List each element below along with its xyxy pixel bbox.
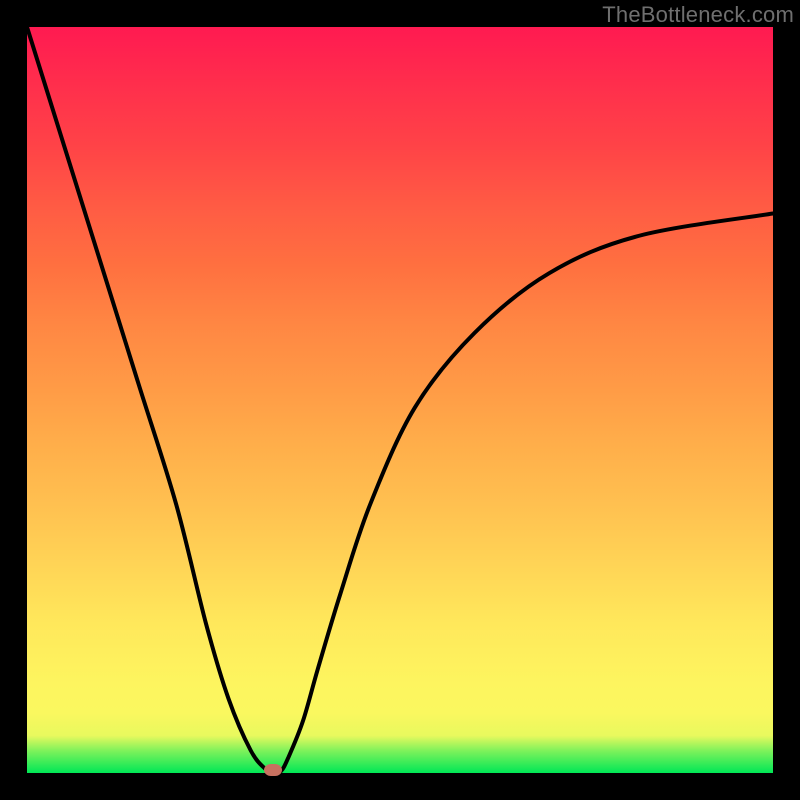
bottleneck-curve bbox=[27, 27, 773, 773]
chart-frame: TheBottleneck.com bbox=[0, 0, 800, 800]
watermark-text: TheBottleneck.com bbox=[602, 2, 794, 28]
optimal-point-marker bbox=[264, 764, 282, 776]
plot-area bbox=[27, 27, 773, 773]
